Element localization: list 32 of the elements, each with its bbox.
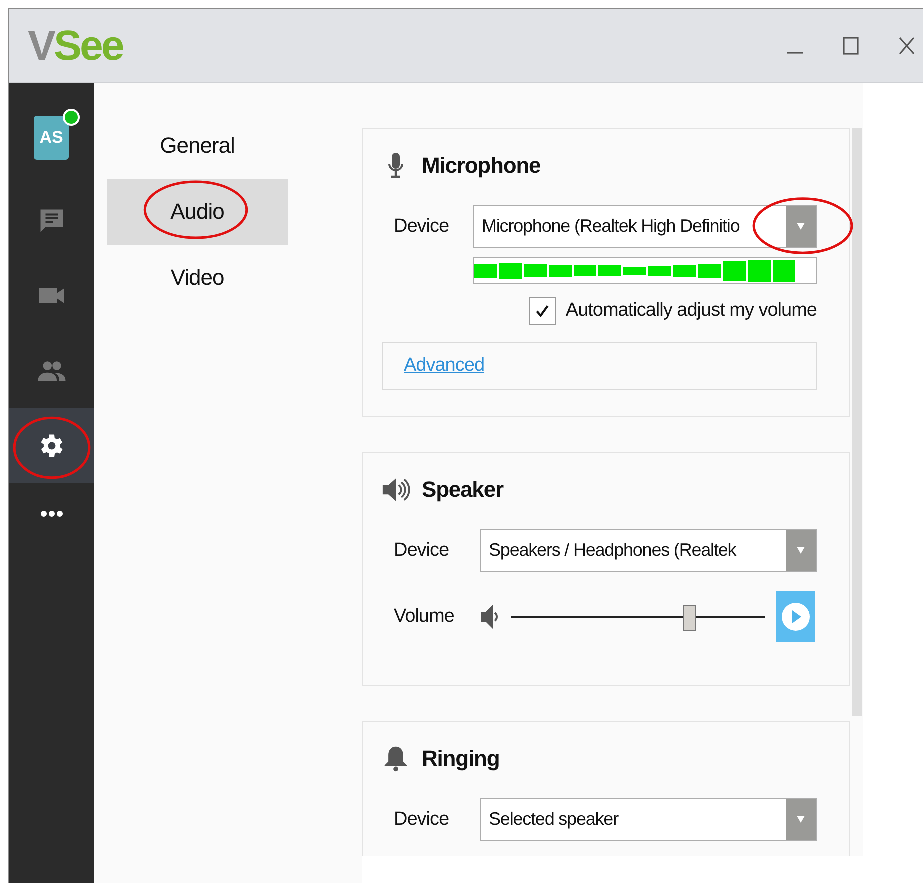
field-label: Volume [393, 606, 456, 628]
more-icon [40, 510, 64, 518]
field-label: Device [393, 216, 450, 238]
section-title: Ringing [422, 746, 500, 772]
device-dropdown[interactable]: Microphone (Realtek High Definitio [473, 205, 817, 248]
category-tab[interactable]: Video [107, 245, 288, 311]
speaker-icon [382, 477, 410, 503]
field-label: Device [393, 540, 450, 562]
device-dropdown[interactable]: Speakers / Headphones (Realtek [480, 529, 817, 572]
field-label: Device [393, 808, 450, 830]
play-icon [780, 602, 810, 632]
device-dropdown[interactable]: Selected speaker [480, 798, 817, 841]
dropdown-toggle[interactable] [786, 799, 816, 840]
nav-item[interactable] [9, 408, 94, 483]
app-logo: VSee [28, 24, 123, 66]
close-icon[interactable] [897, 36, 917, 56]
section-title: Speaker [422, 477, 504, 503]
section-title: Microphone [422, 153, 541, 179]
play-button[interactable] [776, 591, 815, 642]
checkmark-icon [534, 304, 550, 318]
dropdown-toggle[interactable] [786, 530, 816, 571]
checkbox[interactable] [528, 297, 556, 325]
speaker-icon [479, 604, 501, 630]
category-tab[interactable]: Audio [107, 179, 288, 245]
dropdown-toggle[interactable] [786, 206, 816, 247]
checkbox-label: Automatically adjust my volume [566, 300, 817, 322]
bell-icon [382, 746, 410, 772]
slider-thumb[interactable] [682, 604, 696, 630]
category-tab[interactable]: General [107, 113, 288, 179]
volume-slider[interactable] [511, 604, 765, 630]
scrollbar[interactable] [852, 128, 862, 716]
maximize-icon[interactable] [841, 36, 861, 56]
